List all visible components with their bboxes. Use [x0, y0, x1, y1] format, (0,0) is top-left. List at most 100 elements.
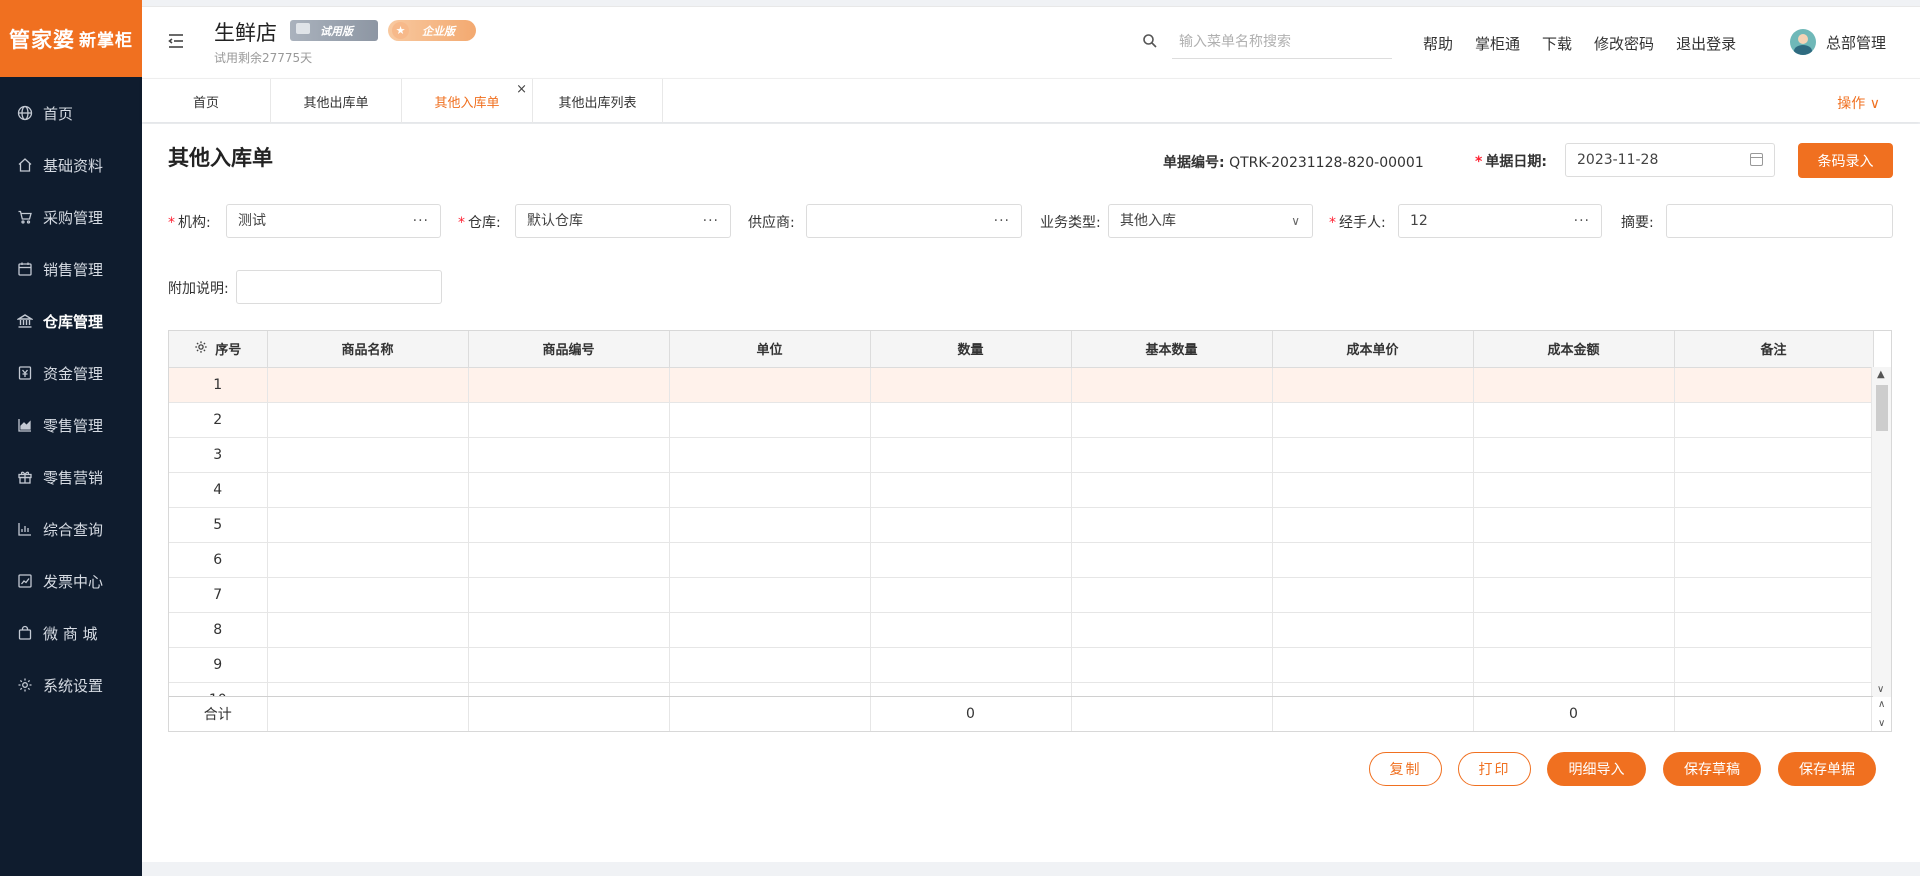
table-cell[interactable]	[1473, 472, 1675, 508]
table-cell[interactable]	[267, 507, 469, 543]
table-cell[interactable]	[870, 402, 1072, 438]
col-product-code[interactable]: 商品编号	[468, 331, 670, 368]
table-cell[interactable]	[1071, 612, 1273, 648]
table-row[interactable]: 4	[169, 472, 1874, 508]
table-cell[interactable]	[1473, 507, 1675, 543]
table-cell[interactable]	[1473, 577, 1675, 613]
table-cell[interactable]	[1272, 577, 1474, 613]
table-cell[interactable]	[468, 542, 670, 578]
tab-other-outbound[interactable]: 其他出库单	[271, 79, 402, 123]
table-cell[interactable]	[1071, 577, 1273, 613]
sidebar-item-9[interactable]: 发票中心	[0, 555, 142, 607]
table-cell[interactable]	[669, 367, 871, 403]
table-cell[interactable]	[1473, 647, 1675, 683]
col-unit[interactable]: 单位	[669, 331, 871, 368]
col-quantity[interactable]: 数量	[870, 331, 1072, 368]
table-cell[interactable]	[669, 437, 871, 473]
table-cell[interactable]	[267, 647, 469, 683]
scroll-thumb[interactable]	[1876, 385, 1888, 431]
table-cell[interactable]	[1473, 612, 1675, 648]
tab-other-outbound-list[interactable]: 其他出库列表	[533, 79, 663, 123]
user-menu[interactable]: 总部管理	[1790, 29, 1886, 55]
table-cell[interactable]	[669, 507, 871, 543]
table-cell[interactable]	[1272, 612, 1474, 648]
more-icon[interactable]: ···	[1574, 205, 1590, 237]
col-cost-price[interactable]: 成本单价	[1272, 331, 1474, 368]
change-password-link[interactable]: 修改密码	[1594, 33, 1654, 54]
table-cell[interactable]	[468, 577, 670, 613]
table-cell[interactable]	[1272, 472, 1474, 508]
table-cell[interactable]	[267, 612, 469, 648]
barcode-entry-button[interactable]: 条码录入	[1798, 143, 1893, 178]
tab-other-inbound[interactable]: 其他入库单 ×	[402, 79, 533, 123]
save-document-button[interactable]: 保存单据	[1778, 752, 1876, 786]
table-cell[interactable]	[267, 472, 469, 508]
save-draft-button[interactable]: 保存草稿	[1663, 752, 1761, 786]
chevron-down-icon[interactable]: ∨	[1877, 684, 1884, 695]
table-scrollbar[interactable]: ▲ ∨	[1871, 367, 1891, 697]
col-product-name[interactable]: 商品名称	[267, 331, 469, 368]
copy-button[interactable]: 复制	[1369, 752, 1442, 786]
sidebar-item-10[interactable]: 微 商 城	[0, 607, 142, 659]
table-cell[interactable]	[1272, 542, 1474, 578]
print-button[interactable]: 打印	[1458, 752, 1531, 786]
table-cell[interactable]	[468, 402, 670, 438]
search-icon[interactable]	[1142, 33, 1158, 49]
note-input[interactable]	[236, 270, 442, 304]
sidebar-item-11[interactable]: 系统设置	[0, 659, 142, 711]
sidebar-item-4[interactable]: 仓库管理	[0, 295, 142, 347]
table-cell[interactable]	[669, 402, 871, 438]
help-link[interactable]: 帮助	[1423, 33, 1453, 54]
table-cell[interactable]	[1473, 367, 1675, 403]
table-cell[interactable]	[669, 577, 871, 613]
table-cell[interactable]	[870, 612, 1072, 648]
import-detail-button[interactable]: 明细导入	[1547, 752, 1646, 786]
sidebar-item-3[interactable]: 销售管理	[0, 243, 142, 295]
doc-date-field[interactable]: 2023-11-28	[1565, 143, 1775, 177]
col-remark[interactable]: 备注	[1674, 331, 1874, 368]
table-cell[interactable]	[669, 647, 871, 683]
table-cell[interactable]	[1071, 367, 1273, 403]
table-cell[interactable]	[870, 647, 1072, 683]
table-cell[interactable]	[1674, 507, 1874, 543]
more-icon[interactable]: ···	[994, 205, 1010, 237]
operations-menu[interactable]: 操作 ∨	[1837, 93, 1880, 113]
table-cell[interactable]	[1674, 367, 1874, 403]
col-cost-amount[interactable]: 成本金额	[1473, 331, 1675, 368]
table-row[interactable]: 9	[169, 647, 1874, 683]
table-cell[interactable]	[468, 507, 670, 543]
menu-search-input[interactable]	[1172, 25, 1392, 59]
table-cell[interactable]	[870, 507, 1072, 543]
table-row[interactable]: 3	[169, 437, 1874, 473]
table-cell[interactable]	[1473, 402, 1675, 438]
handler-field[interactable]: 12 ···	[1398, 204, 1602, 238]
table-cell[interactable]	[870, 542, 1072, 578]
table-cell[interactable]	[870, 472, 1072, 508]
table-cell[interactable]	[870, 367, 1072, 403]
footer-scrollbar[interactable]: ∧ ∨	[1871, 697, 1891, 731]
logout-link[interactable]: 退出登录	[1676, 33, 1736, 54]
table-cell[interactable]	[267, 542, 469, 578]
table-row[interactable]: 5	[169, 507, 1874, 543]
table-cell[interactable]	[669, 612, 871, 648]
table-cell[interactable]	[1674, 612, 1874, 648]
table-cell[interactable]	[1071, 437, 1273, 473]
table-cell[interactable]	[870, 437, 1072, 473]
table-cell[interactable]	[1272, 367, 1474, 403]
table-cell[interactable]	[468, 647, 670, 683]
table-cell[interactable]	[1674, 437, 1874, 473]
sidebar-item-5[interactable]: 资金管理	[0, 347, 142, 399]
table-cell[interactable]	[468, 612, 670, 648]
table-row[interactable]: 8	[169, 612, 1874, 648]
table-row[interactable]: 7	[169, 577, 1874, 613]
table-cell[interactable]	[1674, 542, 1874, 578]
biz-type-select[interactable]: 其他入库 ∨	[1108, 204, 1313, 238]
table-cell[interactable]	[1272, 437, 1474, 473]
table-cell[interactable]	[1272, 507, 1474, 543]
table-cell[interactable]	[1071, 507, 1273, 543]
table-cell[interactable]	[1473, 542, 1675, 578]
table-cell[interactable]	[267, 437, 469, 473]
summary-input[interactable]	[1666, 204, 1893, 238]
table-cell[interactable]	[1674, 472, 1874, 508]
table-cell[interactable]	[1272, 647, 1474, 683]
